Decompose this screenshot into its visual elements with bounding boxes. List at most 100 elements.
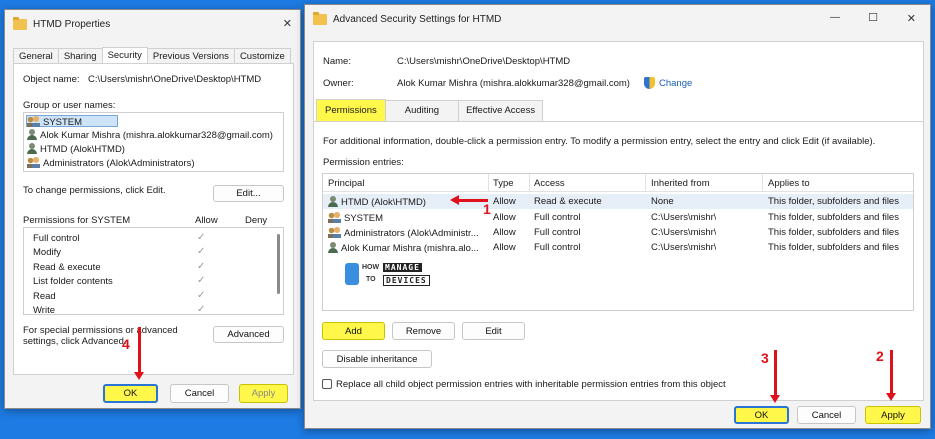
applies-cell: This folder, subfolders and files: [768, 212, 899, 223]
permission-item: Full control: [33, 233, 80, 244]
edit-entry-button[interactable]: Edit: [462, 322, 525, 340]
arrowhead-icon: [450, 195, 459, 205]
column-header-access[interactable]: Access: [534, 178, 565, 189]
add-button[interactable]: Add: [322, 322, 385, 340]
column-divider: [529, 174, 530, 192]
column-divider: [762, 174, 763, 192]
close-icon[interactable]: ✕: [283, 17, 292, 30]
properties-title: HTMD Properties: [33, 18, 111, 30]
user-name: Administrators (Alok\Administrators): [43, 158, 195, 169]
properties-titlebar: HTMD Properties ✕: [5, 10, 300, 38]
annotation-arrow-2: [886, 350, 896, 401]
inherited-cell: C:\Users\mishr\: [651, 212, 717, 223]
permission-item: Read: [33, 291, 56, 302]
user-item[interactable]: HTMD (Alok\HTMD): [27, 143, 125, 155]
user-icon: [328, 242, 338, 253]
advanced-security-window: Advanced Security Settings for HTMD — ☐ …: [304, 4, 931, 429]
column-header-type[interactable]: Type: [493, 178, 514, 189]
access-cell: Full control: [534, 227, 581, 238]
annotation-number-3: 3: [761, 350, 769, 366]
tab-divider: [314, 121, 923, 122]
applies-cell: This folder, subfolders and files: [768, 242, 899, 253]
change-owner-link[interactable]: Change: [659, 78, 692, 89]
user-icon: [27, 143, 37, 154]
logo-manage: MANAGE: [383, 263, 422, 272]
minimize-icon[interactable]: —: [830, 12, 840, 23]
advanced-title: Advanced Security Settings for HTMD: [333, 13, 502, 25]
allow-column-header: Allow: [195, 215, 218, 226]
permissions-for-label: Permissions for SYSTEM: [23, 215, 131, 226]
column-header-applies[interactable]: Applies to: [768, 178, 810, 189]
principal-cell: HTMD (Alok\HTMD): [328, 196, 426, 208]
table-row[interactable]: Alok Kumar Mishra (mishra.alo... Allow F…: [323, 240, 913, 255]
ok-button[interactable]: OK: [103, 384, 158, 403]
cancel-button[interactable]: Cancel: [170, 384, 229, 403]
edit-button[interactable]: Edit...: [213, 185, 284, 202]
permission-item: List folder contents: [33, 276, 113, 287]
advanced-button[interactable]: Advanced: [213, 326, 284, 343]
allow-check-icon: ✓: [197, 304, 206, 315]
inherited-cell: None: [651, 196, 674, 207]
special-permissions-text: For special permissions or advanced sett…: [23, 325, 178, 347]
tab-permissions[interactable]: Permissions: [316, 99, 386, 121]
maximize-icon[interactable]: ☐: [868, 11, 878, 24]
change-permissions-text: To change permissions, click Edit.: [23, 185, 166, 196]
inherited-cell: C:\Users\mishr\: [651, 242, 717, 253]
inherited-cell: C:\Users\mishr\: [651, 227, 717, 238]
annotation-number-4: 4: [122, 336, 130, 352]
logo-how: HOW: [362, 264, 380, 271]
folder-icon: [13, 16, 27, 30]
replace-checkbox[interactable]: [322, 379, 332, 389]
user-item[interactable]: Alok Kumar Mishra (mishra.alokkumar328@g…: [27, 129, 273, 141]
logo-devices: DEVICES: [383, 275, 430, 286]
user-icon: [27, 129, 37, 140]
table-row[interactable]: Administrators (Alok\Administr... Allow …: [323, 225, 913, 240]
type-cell: Allow: [493, 227, 516, 238]
how-to-manage-devices-logo: HOW TO MANAGE DEVICES: [345, 261, 435, 289]
annotation-arrow-4: [134, 327, 144, 380]
access-cell: Full control: [534, 212, 581, 223]
shield-icon: [644, 77, 655, 89]
applies-cell: This folder, subfolders and files: [768, 227, 899, 238]
allow-check-icon: ✓: [197, 275, 206, 286]
permissions-list: Full control Modify Read & execute List …: [23, 227, 284, 315]
disable-inheritance-button[interactable]: Disable inheritance: [322, 350, 432, 368]
remove-button[interactable]: Remove: [392, 322, 455, 340]
annotation-arrow-3: [770, 350, 780, 403]
column-header-principal[interactable]: Principal: [328, 178, 364, 189]
name-label: Name:: [323, 56, 351, 67]
column-header-inherited[interactable]: Inherited from: [651, 178, 710, 189]
close-icon[interactable]: ✕: [907, 12, 916, 25]
table-row[interactable]: HTMD (Alok\HTMD) Allow Read & execute No…: [323, 194, 913, 209]
user-item[interactable]: SYSTEM: [26, 115, 118, 128]
users-icon: [328, 227, 341, 238]
access-cell: Full control: [534, 242, 581, 253]
user-name: HTMD (Alok\HTMD): [40, 144, 125, 155]
cancel-button[interactable]: Cancel: [797, 406, 856, 424]
object-name-value: C:\Users\mishr\OneDrive\Desktop\HTMD: [88, 74, 262, 85]
name-value: C:\Users\mishr\OneDrive\Desktop\HTMD: [397, 56, 571, 67]
advanced-content: Name: C:\Users\mishr\OneDrive\Desktop\HT…: [313, 41, 924, 401]
user-item[interactable]: Administrators (Alok\Administrators): [27, 157, 195, 169]
logo-to: TO: [366, 276, 376, 283]
allow-check-icon: ✓: [197, 290, 206, 301]
user-name: Alok Kumar Mishra (mishra.alokkumar328@g…: [40, 130, 273, 141]
advanced-titlebar: Advanced Security Settings for HTMD — ☐ …: [305, 5, 930, 33]
advanced-tabs: Permissions Auditing Effective Access: [316, 99, 544, 122]
principal-cell: Administrators (Alok\Administr...: [328, 227, 488, 239]
apply-button[interactable]: Apply: [239, 384, 288, 403]
owner-label: Owner:: [323, 78, 354, 89]
logo-badge-icon: [345, 263, 359, 285]
ok-button[interactable]: OK: [734, 406, 789, 424]
table-row[interactable]: SYSTEM Allow Full control C:\Users\mishr…: [323, 210, 913, 225]
column-divider: [645, 174, 646, 192]
principal-cell: Alok Kumar Mishra (mishra.alo...: [328, 242, 488, 254]
scrollbar[interactable]: [277, 234, 280, 294]
allow-check-icon: ✓: [197, 232, 206, 243]
apply-button[interactable]: Apply: [865, 406, 921, 424]
users-icon: [27, 157, 40, 168]
permission-item: Read & execute: [33, 262, 101, 273]
tab-auditing[interactable]: Auditing: [384, 100, 460, 122]
tab-effective-access[interactable]: Effective Access: [458, 100, 544, 122]
properties-window: HTMD Properties ✕ General Sharing Securi…: [4, 9, 301, 409]
